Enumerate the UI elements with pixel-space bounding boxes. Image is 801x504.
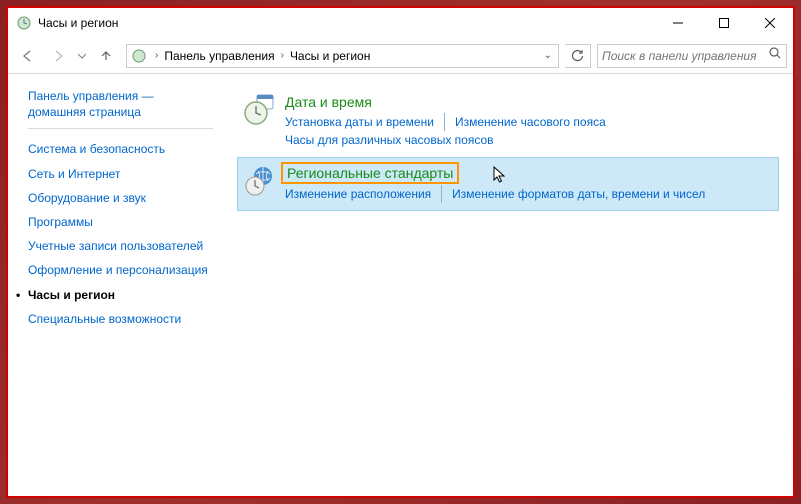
title-bar: Часы и регион — [8, 8, 793, 38]
sidebar: Панель управления — домашняя страница Си… — [8, 74, 223, 496]
sidebar-divider — [28, 128, 213, 129]
control-panel-window: Часы и регион › Панель управления › Часы… — [8, 8, 793, 496]
address-bar[interactable]: › Панель управления › Часы и регион ⌄ — [126, 44, 559, 68]
sidebar-item-network[interactable]: Сеть и Интернет — [28, 162, 213, 186]
globe-clock-icon — [243, 165, 275, 197]
chevron-right-icon: › — [151, 50, 162, 61]
breadcrumb-seg-2[interactable]: Часы и регион — [288, 49, 372, 63]
sidebar-item-accounts[interactable]: Учетные записи пользователей — [28, 234, 213, 258]
address-icon — [131, 48, 147, 64]
chevron-right-icon: › — [277, 50, 288, 61]
window-title: Часы и регион — [38, 16, 655, 30]
sidebar-item-clock-region[interactable]: Часы и регион — [28, 283, 213, 307]
link-additional-clocks[interactable]: Часы для различных часовых поясов — [285, 131, 494, 149]
close-button[interactable] — [747, 8, 793, 38]
panel-date-time: Дата и время Установка даты и времени Из… — [237, 86, 779, 157]
up-button[interactable] — [92, 42, 120, 70]
content-pane: Дата и время Установка даты и времени Из… — [223, 74, 793, 496]
panel-regional: Региональные стандарты Изменение располо… — [237, 157, 779, 211]
breadcrumb-seg-1[interactable]: Панель управления — [162, 49, 276, 63]
maximize-button[interactable] — [701, 8, 747, 38]
sidebar-item-accessibility[interactable]: Специальные возможности — [28, 307, 213, 331]
panel-title-datetime[interactable]: Дата и время — [285, 94, 372, 110]
search-box[interactable] — [597, 44, 787, 68]
sidebar-item-hardware[interactable]: Оборудование и звук — [28, 186, 213, 210]
recent-dropdown[interactable] — [74, 42, 90, 70]
link-change-formats[interactable]: Изменение форматов даты, времени и чисел — [452, 185, 705, 203]
sidebar-item-system[interactable]: Система и безопасность — [28, 137, 213, 161]
minimize-button[interactable] — [655, 8, 701, 38]
search-icon[interactable] — [769, 47, 782, 65]
nav-bar: › Панель управления › Часы и регион ⌄ — [8, 38, 793, 74]
back-button[interactable] — [14, 42, 42, 70]
link-set-date-time[interactable]: Установка даты и времени — [285, 113, 445, 131]
forward-button[interactable] — [44, 42, 72, 70]
sidebar-item-programs[interactable]: Программы — [28, 210, 213, 234]
sidebar-item-appearance[interactable]: Оформление и персонализация — [28, 258, 213, 282]
link-change-timezone[interactable]: Изменение часового пояса — [455, 113, 606, 131]
clock-icon — [243, 94, 275, 126]
window-icon — [16, 15, 32, 31]
search-input[interactable] — [602, 49, 769, 63]
refresh-button[interactable] — [565, 44, 591, 68]
address-dropdown[interactable]: ⌄ — [538, 50, 558, 61]
panel-title-regional[interactable]: Региональные стандарты — [281, 162, 459, 184]
link-change-location[interactable]: Изменение расположения — [285, 185, 442, 203]
sidebar-home-link[interactable]: Панель управления — домашняя страница — [28, 88, 213, 120]
